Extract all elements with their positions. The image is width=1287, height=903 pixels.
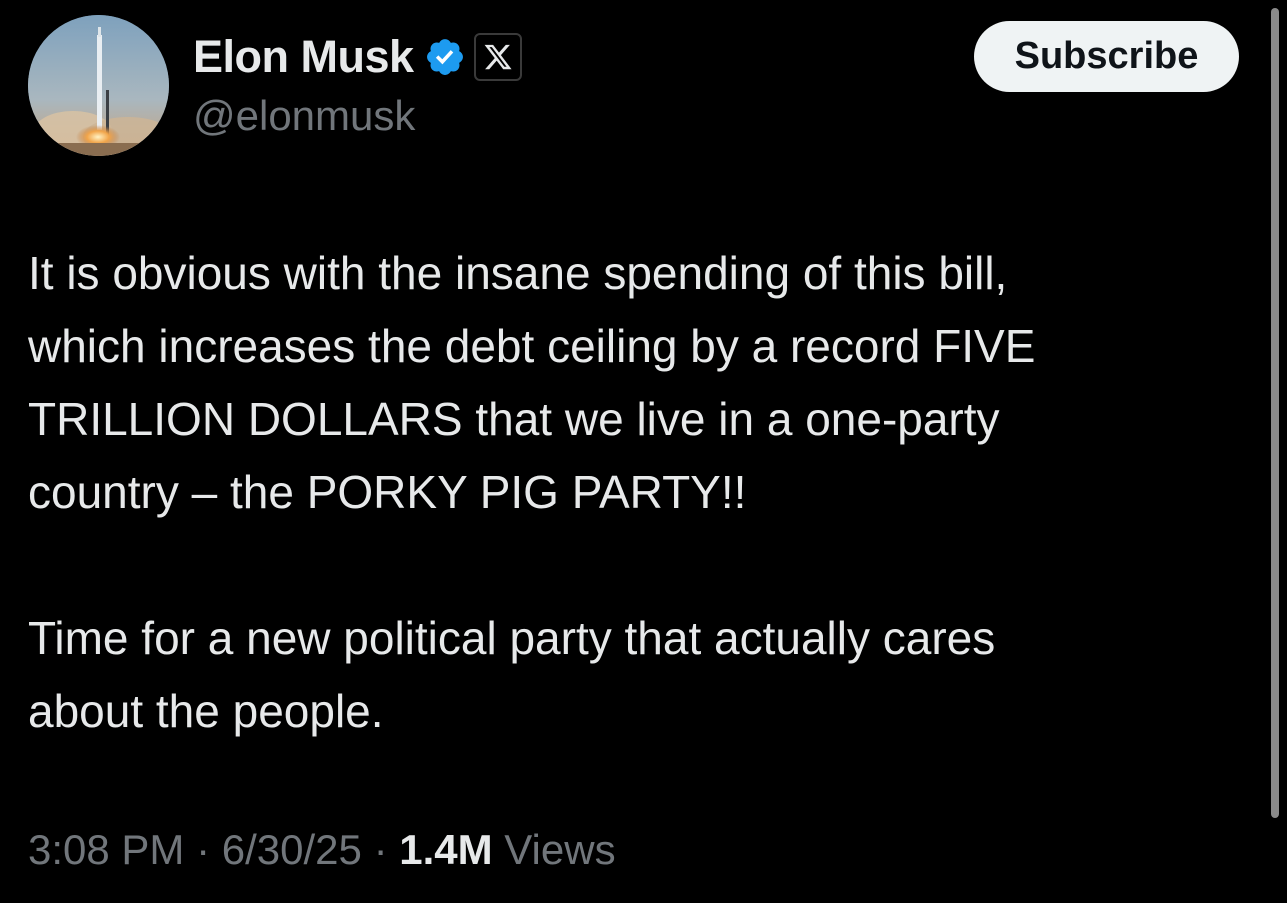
subscribe-button[interactable]: Subscribe [974,21,1239,92]
verified-badge-icon[interactable] [424,36,466,78]
tweet-text: It is obvious with the insane spending o… [28,237,1238,748]
views-count[interactable]: 1.4M [399,826,492,873]
tweet-paragraph-2: Time for a new political party that actu… [28,612,996,737]
scrollbar[interactable] [1271,8,1279,818]
author-display-name[interactable]: Elon Musk [193,31,414,83]
tweet-card: Elon Musk @elonmusk Subscribe It is obvi… [0,0,1287,903]
author-name-row: Elon Musk [193,28,522,86]
x-logo-icon [473,33,522,81]
tweet-meta: 3:08 PM · 6/30/25 · 1.4M Views [28,826,616,874]
views-label: Views [504,826,616,873]
meta-separator: · [196,826,211,873]
meta-separator: · [373,826,388,873]
avatar[interactable] [28,15,169,156]
tweet-time[interactable]: 3:08 PM [28,826,184,873]
tweet-paragraph-1: It is obvious with the insane spending o… [28,247,1036,518]
rocket-avatar-image [28,15,169,156]
tweet-date[interactable]: 6/30/25 [222,826,362,873]
author-handle[interactable]: @elonmusk [193,92,415,140]
